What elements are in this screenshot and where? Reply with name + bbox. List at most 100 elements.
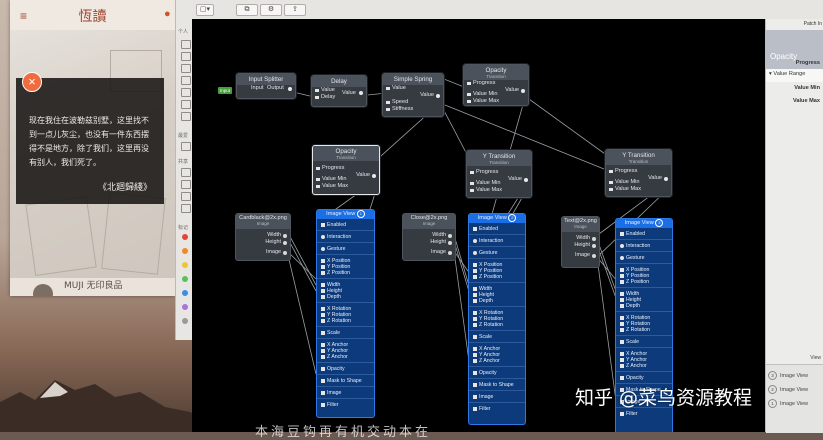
output-port[interactable]: [448, 240, 452, 245]
folder-icon[interactable]: [181, 100, 191, 109]
folder-icon[interactable]: [181, 112, 191, 121]
location-pin-icon[interactable]: ●: [164, 8, 173, 20]
opacity-transition-node-selected[interactable]: Opacity Transition Progress Value Value M…: [312, 145, 380, 195]
port-label: Value Min: [473, 91, 498, 97]
port-row-mask: Mask to Shape: [317, 378, 374, 384]
inspector-panel: Patch In Opacity Progress ▾ Value Range …: [765, 19, 823, 433]
quote-card[interactable]: 现在我住在波勒兹别墅，这里找不到一点儿灰尘，也没有一件东西摆得不是地方，除了我们…: [16, 78, 164, 204]
node-port-row: Value Min: [313, 176, 379, 183]
layer-item[interactable]: 1 Image View: [768, 399, 808, 408]
delay-node[interactable]: Delay Value Value Delay: [311, 75, 367, 107]
output-port[interactable]: [283, 233, 287, 238]
quote-text: 现在我住在波勒兹别墅，这里找不到一点儿灰尘，也没有一件东西摆得不是地方，除了我们…: [29, 116, 149, 167]
node-title: Y Transition Transition: [467, 151, 531, 166]
watermark: 知乎 @菜鸟资源教程: [575, 387, 753, 409]
port-row-depth: Depth: [469, 298, 525, 304]
port-row-image: Image: [469, 394, 525, 400]
output-port[interactable]: [436, 93, 440, 98]
port-row-scale: Scale: [469, 334, 525, 340]
node-title: Simple Spring: [383, 74, 443, 85]
monitor-icon[interactable]: [181, 192, 191, 201]
node-port-row: Value Max: [467, 187, 531, 194]
port-label: Value Max: [615, 186, 642, 192]
tag-orange-icon[interactable]: [182, 248, 188, 254]
port-row-depth: Depth: [317, 294, 374, 300]
node-title: Cardblack@2x.png Image: [236, 214, 290, 229]
port-row-zpos: Z Position: [616, 279, 672, 285]
image-node[interactable]: Close@2x.png Image Width Height Image: [402, 213, 456, 261]
avatar: [33, 284, 53, 296]
node-port-row: Height: [403, 239, 455, 246]
node-title: Image View 2: [469, 214, 525, 223]
value-max-row[interactable]: Value Max: [766, 95, 823, 108]
node-port-row: Height: [236, 239, 290, 246]
port-row-gesture: Gesture: [616, 255, 672, 261]
port-row-zpos: Z Position: [317, 270, 374, 276]
port-label: Progress: [322, 165, 345, 171]
node-port-row: Height: [562, 242, 599, 249]
output-port[interactable]: [592, 253, 596, 258]
output-port[interactable]: [283, 240, 287, 245]
tag-green-icon[interactable]: [182, 276, 188, 282]
node-title: Image View 3: [616, 219, 672, 228]
image-view-node[interactable]: Image View 2 Enabled Interaction Gesture…: [468, 213, 526, 425]
share-button[interactable]: ⇪: [284, 4, 306, 16]
patch-editor-canvas[interactable]: Input Splitter Input Output Input Delay …: [192, 19, 765, 432]
port-row-zrot: Z Rotation: [317, 318, 374, 324]
y-transition-node[interactable]: Y Transition Transition Progress Value Va…: [605, 149, 672, 197]
video-subtitle: 本海豆钩再有机交动本在: [255, 425, 432, 440]
node-port-row: Value Max: [606, 186, 671, 193]
globe-icon[interactable]: [181, 204, 191, 213]
monitor-icon[interactable]: [181, 180, 191, 189]
output-port[interactable]: [283, 250, 287, 255]
layer-item[interactable]: 2 Image View: [768, 385, 808, 394]
output-port[interactable]: [288, 86, 292, 91]
input-splitter-node[interactable]: Input Splitter Input Output: [236, 73, 296, 99]
image-node[interactable]: Cardblack@2x.png Image Width Height Image: [235, 213, 291, 261]
folder-icon[interactable]: [181, 142, 191, 151]
value-min-row[interactable]: Value Min: [766, 82, 823, 95]
node-port-row: Value: [383, 85, 443, 92]
node-port-row: Value: [383, 92, 443, 99]
tag-gray-icon[interactable]: [182, 318, 188, 324]
settings-button[interactable]: ⚙: [260, 4, 282, 16]
node-port-row: Value Max: [313, 183, 379, 190]
tag-purple-icon[interactable]: [182, 304, 188, 310]
opacity-transition-node[interactable]: Opacity Transition Progress Value Value M…: [463, 64, 529, 106]
folder-icon[interactable]: [181, 64, 191, 73]
duplicate-button[interactable]: ⧉: [236, 4, 258, 16]
folder-icon[interactable]: [181, 40, 191, 49]
output-port[interactable]: [592, 236, 596, 241]
node-port-row: Input Output: [237, 85, 295, 92]
folder-icon[interactable]: [181, 76, 191, 85]
library-section-label: 最爱: [178, 133, 189, 139]
mountain-silhouette: [0, 380, 200, 432]
close-button[interactable]: ×: [22, 72, 42, 92]
output-port[interactable]: [448, 233, 452, 238]
port-row-enabled: Enabled: [469, 226, 525, 232]
simple-spring-node[interactable]: Simple Spring Value Value Speed Stiffnes…: [382, 73, 444, 117]
value-range-row[interactable]: ▾ Value Range: [766, 69, 823, 82]
tag-blue-icon[interactable]: [182, 290, 188, 296]
port-row-interaction: Interaction: [616, 243, 672, 249]
tag-red-icon[interactable]: [182, 234, 188, 240]
image-node[interactable]: Text@2x.png Image Width Height Image: [561, 216, 600, 268]
view-mode-button[interactable]: ▢▾: [196, 4, 214, 16]
output-port[interactable]: [592, 243, 596, 248]
folder-icon[interactable]: [181, 52, 191, 61]
output-port[interactable]: [448, 250, 452, 255]
y-transition-node[interactable]: Y Transition Transition Progress Value Va…: [466, 150, 532, 198]
folder-icon[interactable]: [181, 88, 191, 97]
port-row-gesture: Gesture: [317, 246, 374, 252]
node-port-row: Value Value: [312, 87, 366, 96]
monitor-icon[interactable]: [181, 168, 191, 177]
image-view-node[interactable]: Image View 1 Enabled Interaction Gesture…: [316, 209, 375, 418]
layer-item[interactable]: 3 Image View: [768, 371, 808, 380]
port-label: Speed: [392, 99, 409, 105]
node-port-row: Value Max: [464, 98, 528, 105]
node-port-row: Image: [562, 252, 599, 259]
node-port-row: Progress: [313, 165, 379, 172]
port-label: Output: [267, 85, 284, 91]
tag-yellow-icon[interactable]: [182, 262, 188, 268]
input-badge[interactable]: Input: [218, 87, 233, 94]
